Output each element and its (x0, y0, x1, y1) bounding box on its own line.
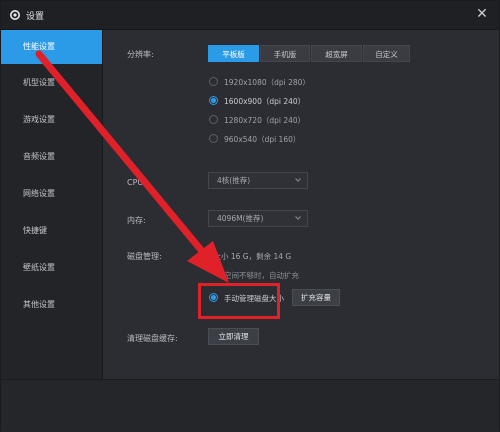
resolution-radio-960[interactable] (209, 134, 218, 143)
sidebar-item-shortcuts[interactable]: 快捷键 (1, 214, 102, 248)
sidebar-item-wallpaper[interactable]: 壁纸设置 (1, 251, 102, 285)
resolution-radio-1920[interactable] (209, 77, 218, 86)
resolution-option-label: 1920x1080（dpi 280） (224, 78, 310, 87)
memory-value: 4096M(推荐) (217, 214, 264, 223)
expand-capacity-button[interactable]: 扩充容量 (292, 289, 340, 306)
resolution-label: 分辨率: (127, 50, 154, 59)
resolution-radio-1600[interactable] (209, 96, 218, 105)
gear-icon (10, 10, 20, 20)
title-bar: 设置 ✕ (1, 1, 499, 30)
settings-panel: 分辨率: 平板版 手机版 超宽屏 自定义 1920x1080（dpi 280） … (103, 30, 499, 379)
footer-bar (1, 379, 499, 432)
close-button[interactable]: ✕ (473, 5, 491, 23)
chevron-down-icon (295, 216, 301, 220)
clear-now-button[interactable]: 立即清理 (208, 328, 259, 345)
cpu-value: 4核(推荐) (217, 176, 251, 185)
disk-auto-text: 空间不够时，自动扩充 (224, 271, 299, 280)
memory-label: 内存: (127, 216, 146, 225)
resolution-option-label: 1280x720（dpi 240） (224, 116, 306, 125)
mode-phone-button[interactable]: 手机版 (260, 45, 310, 62)
mode-custom-button[interactable]: 自定义 (363, 45, 410, 62)
sidebar-item-model[interactable]: 机型设置 (1, 66, 102, 100)
mode-ultrawide-button[interactable]: 超宽屏 (311, 45, 362, 62)
resolution-option-label: 1600x900（dpi 240） (224, 97, 306, 106)
sidebar-item-network[interactable]: 网络设置 (1, 177, 102, 211)
settings-window: 设置 ✕ 性能设置 机型设置 游戏设置 音频设置 网络设置 快捷键 壁纸设置 其… (0, 0, 500, 432)
clear-cache-label: 清理磁盘缓存: (127, 334, 178, 343)
memory-select[interactable]: 4096M(推荐) (208, 210, 308, 227)
resolution-option-label: 960x540（dpi 160） (224, 135, 301, 144)
cpu-select[interactable]: 4核(推荐) (208, 172, 308, 189)
annotation-highlight-box (198, 283, 280, 319)
cpu-label: CPU： (127, 178, 152, 187)
disk-info: 总大小 16 G，剩余 14 G (206, 252, 292, 261)
sidebar-item-performance[interactable]: 性能设置 (1, 30, 102, 64)
sidebar-item-audio[interactable]: 音频设置 (1, 140, 102, 174)
mode-tablet-button[interactable]: 平板版 (208, 45, 259, 62)
disk-label: 磁盘管理: (127, 252, 162, 261)
window-title: 设置 (26, 12, 45, 22)
sidebar-item-other[interactable]: 其他设置 (1, 288, 102, 322)
sidebar: 性能设置 机型设置 游戏设置 音频设置 网络设置 快捷键 壁纸设置 其他设置 (1, 30, 103, 379)
sidebar-item-game[interactable]: 游戏设置 (1, 103, 102, 137)
chevron-down-icon (295, 178, 301, 182)
resolution-radio-1280[interactable] (209, 115, 218, 124)
